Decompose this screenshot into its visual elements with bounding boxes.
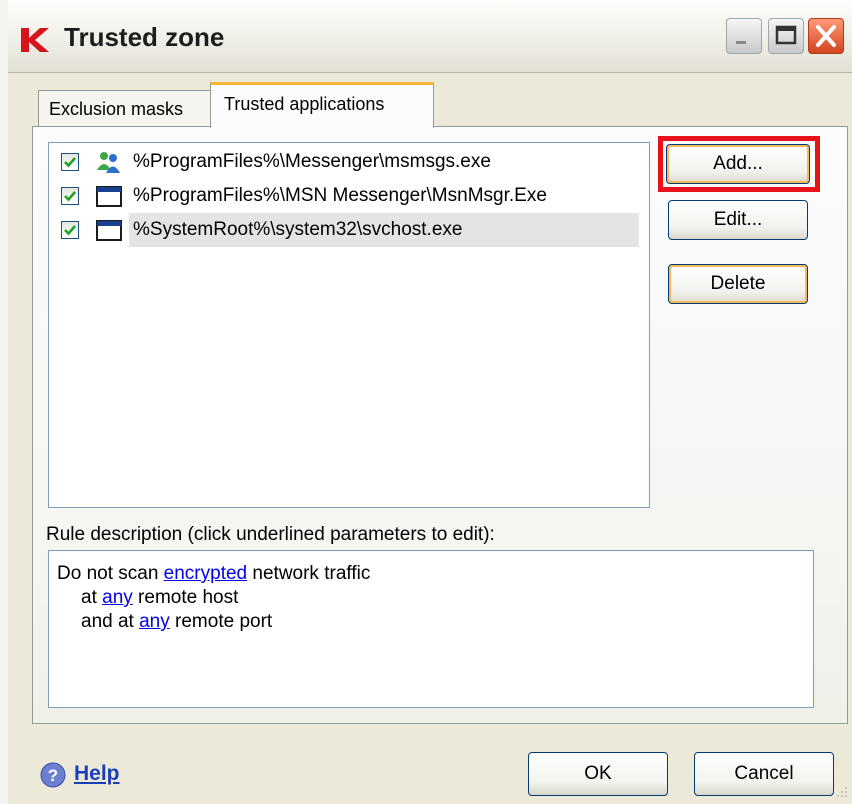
- rule-description-box: Do not scan encrypted network traffic at…: [48, 550, 814, 708]
- list-item[interactable]: %ProgramFiles%\MSN Messenger\MsnMsgr.Exe: [49, 179, 649, 213]
- rule-text: remote port: [169, 611, 273, 632]
- checkmark-icon: [64, 191, 76, 202]
- resize-grip-icon[interactable]: [832, 784, 850, 802]
- delete-button[interactable]: Delete: [668, 264, 808, 304]
- rule-text: Do not scan: [57, 563, 164, 584]
- checkmark-icon: [64, 157, 76, 168]
- encrypted-link[interactable]: encrypted: [164, 563, 247, 584]
- remote-host-link[interactable]: any: [102, 587, 133, 608]
- application-window-icon: [96, 186, 122, 207]
- app-path: %ProgramFiles%\MSN Messenger\MsnMsgr.Exe: [133, 185, 547, 206]
- app-checkbox[interactable]: [61, 187, 79, 205]
- tab-exclusion-masks[interactable]: Exclusion masks: [38, 90, 212, 126]
- maximize-button[interactable]: [768, 18, 804, 54]
- app-path: %ProgramFiles%\Messenger\msmsgs.exe: [133, 151, 491, 172]
- window-title: Trusted zone: [64, 22, 225, 52]
- minimize-icon: [736, 41, 746, 44]
- rule-line: at any remote host: [81, 587, 238, 609]
- maximize-icon: [775, 25, 797, 45]
- minimize-button[interactable]: [726, 18, 762, 54]
- cancel-button[interactable]: Cancel: [694, 752, 834, 796]
- kaspersky-logo-icon: [21, 28, 49, 52]
- edit-button[interactable]: Edit...: [668, 200, 808, 240]
- ok-button[interactable]: OK: [528, 752, 668, 796]
- messenger-people-icon: [97, 152, 120, 173]
- rule-text: network traffic: [247, 563, 371, 584]
- rule-line: Do not scan encrypted network traffic: [57, 563, 370, 585]
- app-path: %SystemRoot%\system32\svchost.exe: [129, 213, 639, 247]
- list-item[interactable]: %ProgramFiles%\Messenger\msmsgs.exe: [49, 145, 649, 179]
- help-link[interactable]: Help: [74, 762, 120, 786]
- help-icon[interactable]: ?: [40, 762, 66, 788]
- trusted-apps-list[interactable]: %ProgramFiles%\Messenger\msmsgs.exe %Pro…: [48, 142, 650, 508]
- rule-line: and at any remote port: [81, 611, 272, 633]
- rule-text: remote host: [132, 587, 239, 608]
- app-checkbox[interactable]: [61, 221, 79, 239]
- close-icon: [816, 25, 836, 47]
- remote-port-link[interactable]: any: [139, 611, 170, 632]
- checkmark-icon: [64, 225, 76, 236]
- list-item[interactable]: %SystemRoot%\system32\svchost.exe: [49, 213, 649, 247]
- tab-trusted-applications[interactable]: Trusted applications: [210, 82, 434, 128]
- close-button[interactable]: [808, 18, 844, 54]
- tab-label: Trusted applications: [224, 94, 385, 114]
- add-button[interactable]: Add...: [666, 144, 810, 184]
- rule-description-label: Rule description (click underlined param…: [46, 524, 495, 545]
- rule-text: and at: [81, 611, 140, 632]
- rule-text: at: [81, 587, 103, 608]
- app-checkbox[interactable]: [61, 153, 79, 171]
- tab-label: Exclusion masks: [49, 99, 184, 119]
- svg-text:?: ?: [48, 766, 58, 785]
- application-window-icon: [96, 220, 122, 241]
- title-bar[interactable]: Trusted zone: [8, 0, 852, 73]
